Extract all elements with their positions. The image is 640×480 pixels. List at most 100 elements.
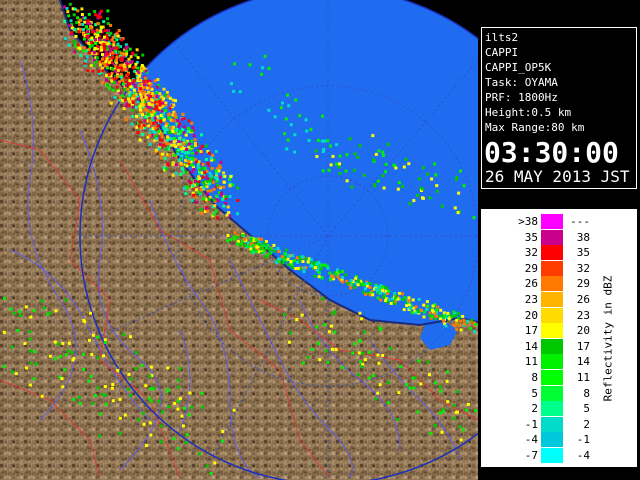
echo-cell bbox=[109, 101, 113, 105]
echo-cell bbox=[10, 345, 14, 349]
echo-cell bbox=[156, 78, 160, 81]
echo-cell bbox=[194, 179, 197, 183]
echo-cell bbox=[413, 376, 417, 380]
echo-cell bbox=[164, 103, 168, 107]
legend-high-value: 29 bbox=[576, 277, 590, 291]
echo-cell bbox=[149, 399, 153, 403]
echo-cell bbox=[72, 356, 76, 360]
echo-cell bbox=[93, 10, 97, 13]
echo-cell bbox=[337, 165, 341, 169]
echo-cell bbox=[384, 299, 388, 302]
echo-cell bbox=[139, 69, 143, 73]
echo-cell bbox=[341, 280, 345, 284]
echo-cell bbox=[221, 439, 224, 443]
echo-cell bbox=[359, 360, 363, 364]
echo-cell bbox=[83, 37, 86, 41]
echo-cell bbox=[443, 315, 447, 319]
echo-cell bbox=[141, 98, 144, 102]
echo-cell bbox=[149, 365, 153, 369]
height-value: Height:0.5 km bbox=[485, 106, 572, 119]
echo-cell bbox=[212, 187, 216, 191]
echo-cell bbox=[83, 16, 87, 20]
echo-cell bbox=[111, 399, 115, 403]
echo-cell bbox=[162, 143, 166, 147]
echo-cell bbox=[80, 13, 84, 16]
echo-cell bbox=[425, 300, 429, 304]
echo-cell bbox=[106, 42, 110, 46]
echo-cell bbox=[268, 251, 272, 255]
echo-cell bbox=[129, 55, 133, 59]
echo-cell bbox=[320, 139, 324, 143]
echo-cell bbox=[106, 37, 109, 40]
echo-cell bbox=[117, 29, 121, 32]
echo-cell bbox=[286, 93, 289, 97]
echo-cell bbox=[374, 288, 378, 292]
echo-cell bbox=[204, 144, 208, 148]
echo-cell bbox=[163, 131, 167, 135]
echo-cell bbox=[282, 258, 286, 262]
echo-cell bbox=[35, 362, 38, 366]
echo-cell bbox=[128, 47, 132, 51]
echo-cell bbox=[164, 147, 168, 151]
echo-cell bbox=[331, 154, 335, 158]
echo-cell bbox=[121, 99, 125, 102]
echo-cell bbox=[162, 87, 166, 91]
echo-cell bbox=[246, 241, 250, 245]
legend-low-value: -4 bbox=[524, 433, 538, 447]
echo-cell bbox=[180, 166, 184, 170]
echo-cell bbox=[200, 391, 204, 395]
echo-cell bbox=[360, 365, 364, 369]
echo-cell bbox=[110, 79, 114, 83]
echo-cell bbox=[326, 360, 330, 364]
echo-cell bbox=[180, 149, 184, 153]
echo-cell bbox=[148, 119, 152, 123]
legend-high-value: 20 bbox=[576, 324, 590, 338]
echo-cell bbox=[101, 53, 104, 56]
echo-cell bbox=[335, 143, 339, 147]
echo-cell bbox=[417, 359, 421, 363]
legend-color-swatch bbox=[541, 401, 563, 417]
echo-cell bbox=[155, 105, 159, 109]
echo-cell bbox=[172, 436, 176, 440]
echo-cell bbox=[177, 158, 181, 162]
legend-low-value: 2 bbox=[531, 402, 538, 416]
echo-cell bbox=[179, 161, 183, 165]
echo-cell bbox=[164, 124, 168, 128]
echo-cell bbox=[182, 125, 186, 129]
echo-cell bbox=[188, 179, 191, 183]
echo-cell bbox=[331, 275, 335, 279]
echo-cell bbox=[29, 349, 33, 353]
echo-cell bbox=[111, 55, 115, 59]
echo-cell bbox=[318, 358, 322, 362]
echo-cell bbox=[235, 242, 239, 246]
echo-cell bbox=[94, 42, 98, 45]
echo-cell bbox=[446, 311, 450, 315]
echo-cell bbox=[429, 432, 433, 435]
echo-cell bbox=[185, 148, 188, 151]
echo-cell bbox=[101, 81, 104, 84]
echo-cell bbox=[19, 314, 23, 318]
echo-cell bbox=[430, 177, 434, 181]
echo-cell bbox=[105, 73, 109, 77]
echo-cell bbox=[405, 304, 409, 308]
echo-cell bbox=[345, 153, 349, 157]
echo-cell bbox=[346, 282, 350, 286]
echo-cell bbox=[363, 287, 367, 291]
echo-cell bbox=[338, 162, 341, 166]
echo-cell bbox=[176, 378, 180, 382]
echo-cell bbox=[120, 58, 124, 62]
echo-cell bbox=[99, 9, 103, 13]
echo-cell bbox=[264, 246, 268, 250]
echo-cell bbox=[394, 295, 398, 299]
echo-cell bbox=[150, 387, 154, 391]
echo-cell bbox=[82, 49, 85, 53]
echo-cell bbox=[456, 211, 460, 215]
echo-cell bbox=[158, 92, 162, 96]
legend-color-swatch bbox=[541, 370, 563, 385]
echo-cell bbox=[69, 19, 73, 23]
echo-cell bbox=[64, 298, 68, 302]
echo-cell bbox=[67, 349, 71, 353]
echo-cell bbox=[29, 361, 33, 365]
echo-cell bbox=[461, 428, 465, 432]
echo-cell bbox=[126, 388, 130, 391]
